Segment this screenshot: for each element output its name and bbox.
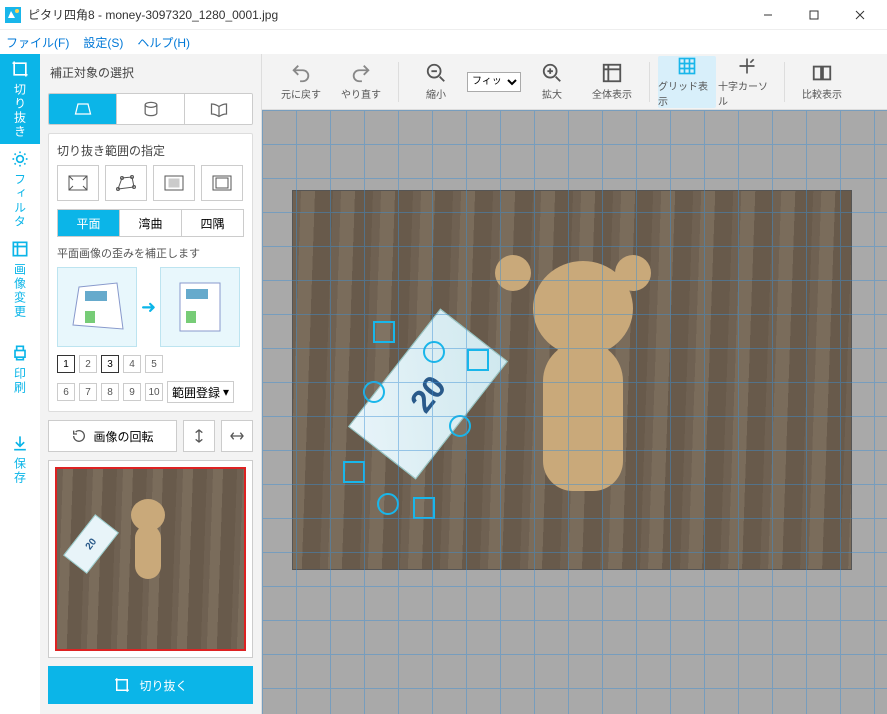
side-panel: 補正対象の選択 切り抜き範囲の指定 平面 湾曲 四隅 平面画像の歪みを補正します xyxy=(40,54,262,714)
target-type-segment xyxy=(48,93,253,125)
maximize-button[interactable] xyxy=(791,0,837,30)
tab-crop-label: 切り抜き xyxy=(12,83,29,139)
plane-hint: 平面画像の歪みを補正します xyxy=(57,245,244,261)
crop-range-panel: 切り抜き範囲の指定 平面 湾曲 四隅 平面画像の歪みを補正します ➜ xyxy=(48,133,253,412)
crosshair-button[interactable]: 十字カーソル xyxy=(718,56,776,108)
target-cylinder[interactable] xyxy=(116,94,184,124)
work-area: 切り抜き フィルタ 画像変更 印刷 保存 補正対象の選択 切り抜き範囲の指定 xyxy=(0,54,887,714)
zoom-out-icon xyxy=(425,62,447,84)
redo-icon xyxy=(350,62,372,84)
window-title: ピタリ四角8 - money-3097320_1280_0001.jpg xyxy=(28,6,745,23)
window-controls xyxy=(745,0,883,30)
left-tab-strip: 切り抜き フィルタ 画像変更 印刷 保存 xyxy=(0,54,40,714)
fit-all-button[interactable]: 全体表示 xyxy=(583,56,641,108)
range-slots: 12345 678910 範囲登録▾ xyxy=(57,355,244,403)
range-slot-4[interactable]: 4 xyxy=(123,355,141,373)
crosshair-icon xyxy=(736,56,758,76)
correction-illustration: ➜ xyxy=(57,267,244,347)
crop-icon xyxy=(113,676,131,694)
shape-buttons xyxy=(57,165,244,201)
menu-file[interactable]: ファイル(F) xyxy=(6,34,69,51)
illustration-before xyxy=(57,267,137,347)
shape-rect-outer[interactable] xyxy=(201,165,243,201)
bear-graphic xyxy=(493,261,653,521)
tab-print[interactable]: 印刷 xyxy=(0,324,40,414)
undo-icon xyxy=(290,62,312,84)
thumbnail-preview[interactable]: 20 xyxy=(48,460,253,658)
plane-curved[interactable]: 湾曲 xyxy=(119,210,181,236)
target-trapezoid[interactable] xyxy=(49,94,116,124)
tab-filter-label: フィルタ xyxy=(12,173,29,229)
thumbnail-image: 20 xyxy=(55,467,246,651)
plane-flat[interactable]: 平面 xyxy=(58,210,119,236)
rotate-label: 画像の回転 xyxy=(93,428,153,445)
range-slot-9[interactable]: 9 xyxy=(123,383,141,401)
zoom-in-icon xyxy=(541,62,563,84)
app-icon xyxy=(4,6,22,24)
zoom-select[interactable]: フィット25%50%100%200% xyxy=(467,72,521,92)
crop-button-label: 切り抜く xyxy=(139,677,187,694)
range-register-select[interactable]: 範囲登録▾ xyxy=(167,381,234,403)
zoom-out-button[interactable]: 縮小 xyxy=(407,56,465,108)
range-slot-8[interactable]: 8 xyxy=(101,383,119,401)
tab-filter[interactable]: フィルタ xyxy=(0,144,40,234)
minimize-button[interactable] xyxy=(745,0,791,30)
redo-button[interactable]: やり直す xyxy=(332,56,390,108)
side-panel-title: 補正対象の選択 xyxy=(48,62,253,85)
flip-horizontal-button[interactable] xyxy=(221,420,253,452)
range-slot-10[interactable]: 10 xyxy=(145,383,163,401)
range-slot-2[interactable]: 2 xyxy=(79,355,97,373)
chevron-down-icon: ▾ xyxy=(223,385,229,399)
close-button[interactable] xyxy=(837,0,883,30)
tab-transform[interactable]: 画像変更 xyxy=(0,234,40,324)
shape-full-rect[interactable] xyxy=(57,165,99,201)
compare-button[interactable]: 比較表示 xyxy=(793,56,851,108)
rotate-button[interactable]: 画像の回転 xyxy=(48,420,177,452)
flip-vertical-button[interactable] xyxy=(183,420,215,452)
arrow-icon: ➜ xyxy=(141,297,156,318)
range-slot-1[interactable]: 1 xyxy=(57,355,75,373)
undo-button[interactable]: 元に戻す xyxy=(272,56,330,108)
target-book[interactable] xyxy=(184,94,252,124)
menu-bar: ファイル(F) 設定(S) ヘルプ(H) xyxy=(0,30,887,54)
main-area: 元に戻す やり直す 縮小 フィット25%50%100%200% 拡大 全体表示 xyxy=(262,54,887,714)
menu-help[interactable]: ヘルプ(H) xyxy=(137,34,190,51)
grid-toggle-button[interactable]: グリッド表示 xyxy=(658,56,716,108)
top-toolbar: 元に戻す やり直す 縮小 フィット25%50%100%200% 拡大 全体表示 xyxy=(262,54,887,110)
crop-range-title: 切り抜き範囲の指定 xyxy=(57,142,244,159)
crop-button[interactable]: 切り抜く xyxy=(48,666,253,704)
shape-polygon[interactable] xyxy=(105,165,147,201)
range-slot-5[interactable]: 5 xyxy=(145,355,163,373)
compare-icon xyxy=(811,62,833,84)
fit-all-icon xyxy=(601,62,623,84)
tab-crop[interactable]: 切り抜き xyxy=(0,54,40,144)
illustration-after xyxy=(160,267,240,347)
range-slot-7[interactable]: 7 xyxy=(79,383,97,401)
tab-print-label: 印刷 xyxy=(12,367,29,395)
zoom-in-button[interactable]: 拡大 xyxy=(523,56,581,108)
tab-transform-label: 画像変更 xyxy=(12,263,29,319)
tab-save-label: 保存 xyxy=(12,457,29,485)
menu-settings[interactable]: 設定(S) xyxy=(83,34,123,51)
rotate-row: 画像の回転 xyxy=(48,420,253,452)
rotate-icon xyxy=(71,428,87,444)
grid-icon xyxy=(676,56,698,76)
shape-rect-inner[interactable] xyxy=(153,165,195,201)
range-slot-6[interactable]: 6 xyxy=(57,383,75,401)
range-slot-3[interactable]: 3 xyxy=(101,355,119,373)
canvas-area[interactable]: 20 xyxy=(262,110,887,714)
title-bar: ピタリ四角8 - money-3097320_1280_0001.jpg xyxy=(0,0,887,30)
tab-save[interactable]: 保存 xyxy=(0,414,40,504)
plane-corners[interactable]: 四隅 xyxy=(181,210,243,236)
edited-image[interactable]: 20 xyxy=(292,190,852,570)
plane-type-segment: 平面 湾曲 四隅 xyxy=(57,209,244,237)
